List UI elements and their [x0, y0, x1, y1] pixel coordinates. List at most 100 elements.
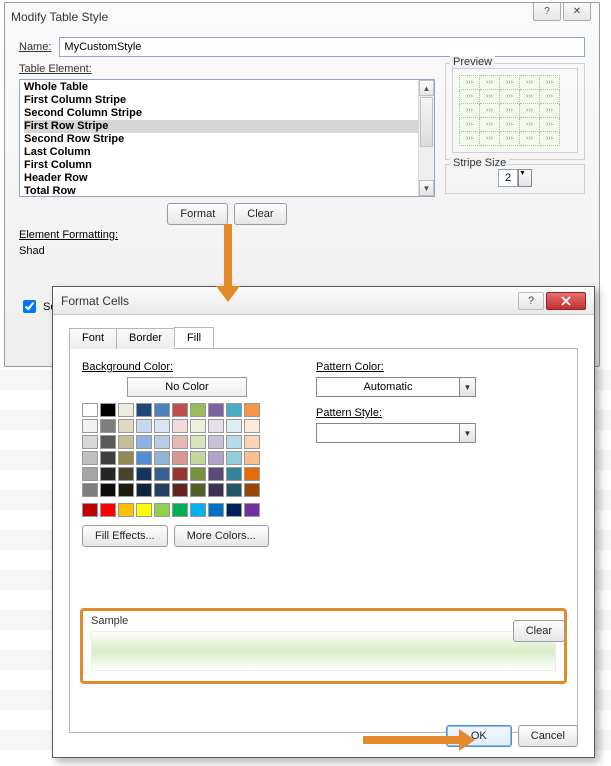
color-swatch[interactable]: [82, 419, 98, 433]
table-element-listbox[interactable]: Whole TableFirst Column StripeSecond Col…: [19, 79, 435, 197]
color-swatch[interactable]: [172, 419, 188, 433]
color-swatch[interactable]: [136, 435, 152, 449]
color-swatch[interactable]: [118, 467, 134, 481]
color-swatch[interactable]: [172, 467, 188, 481]
chevron-down-icon[interactable]: ▼: [460, 423, 476, 443]
pattern-color-combo[interactable]: Automatic: [316, 377, 460, 397]
list-item[interactable]: Header Row: [24, 172, 418, 185]
color-swatch[interactable]: [82, 451, 98, 465]
color-swatch[interactable]: [226, 435, 242, 449]
close-button[interactable]: [546, 292, 586, 310]
color-swatch[interactable]: [118, 451, 134, 465]
color-swatch[interactable]: [226, 483, 242, 497]
color-swatch[interactable]: [226, 467, 242, 481]
name-input[interactable]: [59, 37, 585, 57]
cancel-button[interactable]: Cancel: [518, 725, 578, 747]
color-swatch[interactable]: [100, 503, 116, 517]
color-swatch[interactable]: [100, 451, 116, 465]
color-swatch[interactable]: [208, 403, 224, 417]
color-swatch[interactable]: [190, 503, 206, 517]
color-swatch[interactable]: [118, 503, 134, 517]
color-swatch[interactable]: [208, 483, 224, 497]
color-swatch[interactable]: [100, 403, 116, 417]
color-swatch[interactable]: [190, 435, 206, 449]
color-swatch[interactable]: [118, 435, 134, 449]
color-swatch[interactable]: [154, 503, 170, 517]
color-swatch[interactable]: [172, 403, 188, 417]
color-swatch[interactable]: [100, 435, 116, 449]
list-item[interactable]: First Column Stripe: [24, 94, 418, 107]
color-swatch[interactable]: [172, 503, 188, 517]
color-swatch[interactable]: [244, 403, 260, 417]
color-swatch[interactable]: [100, 419, 116, 433]
color-swatch[interactable]: [190, 483, 206, 497]
color-swatch[interactable]: [100, 483, 116, 497]
list-item[interactable]: First Column: [24, 159, 418, 172]
color-swatch[interactable]: [154, 467, 170, 481]
color-swatch[interactable]: [82, 435, 98, 449]
pattern-style-combo[interactable]: [316, 423, 460, 443]
tab-fill[interactable]: Fill: [174, 327, 214, 348]
clear-button[interactable]: Clear: [234, 203, 286, 225]
color-swatch[interactable]: [136, 451, 152, 465]
clear-button[interactable]: Clear: [513, 620, 565, 642]
color-swatch[interactable]: [244, 483, 260, 497]
color-swatch[interactable]: [226, 451, 242, 465]
color-swatch[interactable]: [208, 419, 224, 433]
more-colors-button[interactable]: More Colors...: [174, 525, 269, 547]
color-swatch[interactable]: [244, 435, 260, 449]
stripe-size-dropdown-icon[interactable]: ▼: [518, 169, 532, 187]
list-item[interactable]: First Row Stripe: [24, 120, 418, 133]
scroll-up-icon[interactable]: ▲: [419, 80, 434, 96]
color-swatch[interactable]: [82, 467, 98, 481]
color-swatch[interactable]: [208, 503, 224, 517]
color-swatch[interactable]: [208, 435, 224, 449]
color-swatch[interactable]: [136, 483, 152, 497]
color-swatch[interactable]: [244, 467, 260, 481]
close-button[interactable]: ✕: [563, 3, 591, 21]
color-swatch[interactable]: [154, 419, 170, 433]
color-swatch[interactable]: [136, 467, 152, 481]
list-item[interactable]: Second Column Stripe: [24, 107, 418, 120]
color-swatch[interactable]: [154, 403, 170, 417]
color-swatch[interactable]: [226, 503, 242, 517]
color-swatch[interactable]: [154, 483, 170, 497]
color-swatch[interactable]: [136, 503, 152, 517]
color-swatch[interactable]: [244, 419, 260, 433]
color-swatch[interactable]: [190, 403, 206, 417]
color-swatch[interactable]: [226, 403, 242, 417]
help-button[interactable]: ?: [518, 292, 544, 310]
help-button[interactable]: ?: [533, 3, 561, 21]
color-swatch[interactable]: [190, 451, 206, 465]
color-swatch[interactable]: [136, 403, 152, 417]
color-swatch[interactable]: [172, 483, 188, 497]
tab-font[interactable]: Font: [69, 328, 117, 349]
color-swatch[interactable]: [172, 451, 188, 465]
scroll-thumb[interactable]: [420, 97, 433, 147]
scrollbar[interactable]: ▲ ▼: [418, 80, 434, 196]
no-color-button[interactable]: No Color: [127, 377, 247, 397]
color-swatch[interactable]: [82, 483, 98, 497]
color-swatch[interactable]: [82, 503, 98, 517]
color-swatch[interactable]: [118, 419, 134, 433]
color-swatch[interactable]: [208, 451, 224, 465]
color-swatch[interactable]: [82, 403, 98, 417]
color-swatch[interactable]: [118, 483, 134, 497]
list-item[interactable]: Total Row: [24, 185, 418, 197]
scroll-down-icon[interactable]: ▼: [419, 180, 434, 196]
color-swatch[interactable]: [190, 419, 206, 433]
color-swatch[interactable]: [136, 419, 152, 433]
list-item[interactable]: Last Column: [24, 146, 418, 159]
color-swatch[interactable]: [244, 503, 260, 517]
color-swatch[interactable]: [118, 403, 134, 417]
stripe-size-input[interactable]: [498, 169, 518, 187]
color-swatch[interactable]: [244, 451, 260, 465]
color-swatch[interactable]: [154, 435, 170, 449]
set-default-checkbox[interactable]: [23, 300, 36, 313]
list-item[interactable]: Second Row Stripe: [24, 133, 418, 146]
color-swatch[interactable]: [100, 467, 116, 481]
color-swatch[interactable]: [226, 419, 242, 433]
color-swatch[interactable]: [154, 451, 170, 465]
list-item[interactable]: Whole Table: [24, 81, 418, 94]
color-swatch[interactable]: [172, 435, 188, 449]
